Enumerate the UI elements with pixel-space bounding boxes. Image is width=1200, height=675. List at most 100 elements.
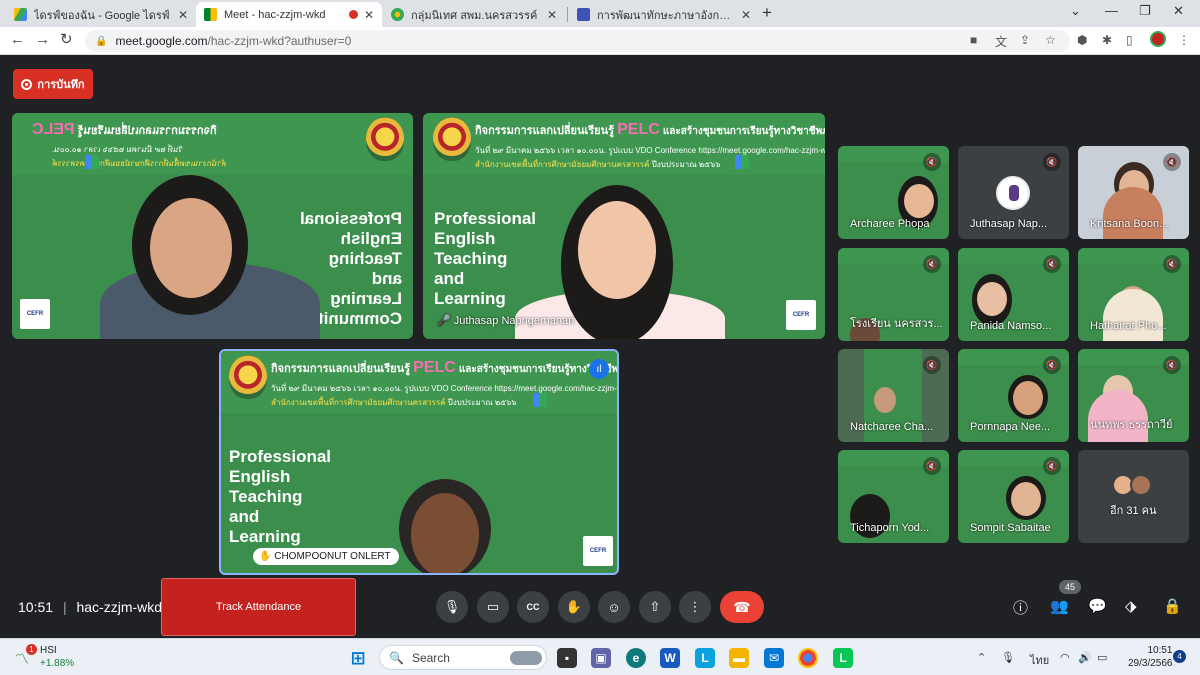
mic-muted-icon: 🔇 [1043,457,1061,475]
share-icon[interactable]: ⇪ [1020,33,1030,47]
captions-button[interactable]: CC [517,591,549,623]
participant-tile[interactable]: 🔇 Panida Namso... [958,248,1069,341]
participant-tile[interactable]: 🔇 Kritsana Boon... [1078,146,1189,239]
microphone-tray-icon[interactable]: 🎙 [1001,651,1015,664]
speaking-indicator-icon: ıl [589,359,609,379]
close-window-button[interactable]: ✕ [1173,3,1184,19]
bookmark-star-icon[interactable]: ☆ [1045,33,1056,47]
leave-call-button[interactable]: ☎ [720,591,764,623]
raise-hand-button[interactable]: ✋ [558,591,590,623]
tab-meet[interactable]: Meet - hac-zzjm-wkd ✕ [196,2,382,27]
participant-tile[interactable]: 🔇 Sompit Sabaitae [958,450,1069,543]
participant-tile[interactable]: 🔇 Juthasap Nap... [958,146,1069,239]
banner-title: กิจกรรมการแลกเปลี่ยนเรียนรู้ PELC และสร้… [271,359,619,376]
wifi-icon[interactable]: ◠ [1060,651,1070,664]
line-app-icon[interactable]: L [833,648,853,668]
battery-icon[interactable]: ▭ [1097,651,1107,664]
tab-google-drive[interactable]: ไดรฟ์ของฉัน - Google ไดรฟ์ ✕ [6,2,196,27]
participant-tile[interactable]: 🔇 Pornnapa Nee... [958,349,1069,442]
close-tab-icon[interactable]: ✕ [741,8,751,22]
microphone-button[interactable]: 🎙 [436,591,468,623]
tab-supervision-group[interactable]: กลุ่มนิเทศ สพม.นครสวรรค์ ✕ [383,2,565,27]
meeting-info-icon[interactable]: ⓘ [1013,597,1028,618]
back-arrow-icon[interactable]: ← [10,31,25,49]
notification-badge: 1 [26,644,37,655]
avatar [996,176,1030,210]
participant-tile[interactable]: 🔇 Tichaporn Yod... [838,450,949,543]
mic-muted-icon: 🔇 [923,255,941,273]
google-meet-logo [533,393,547,407]
track-attendance-button[interactable]: Track Attendance [161,578,356,636]
camera-in-use-icon[interactable]: ■ [970,33,977,47]
video-tile-chompoonut[interactable]: กิจกรรมการแลกเปลี่ยนเรียนรู้ PELC และสร้… [219,349,619,575]
tab-search-chevron-icon[interactable]: ⌄ [1070,3,1081,19]
close-tab-icon[interactable]: ✕ [178,8,188,22]
puzzle-extensions-icon[interactable]: ✱ [1102,33,1112,47]
record-icon [21,78,33,90]
close-tab-icon[interactable]: ✕ [547,8,557,22]
participant-name: 🎤 Juthasap Napngernanan [437,315,575,327]
reload-icon[interactable]: ↻ [60,31,73,49]
volume-icon[interactable]: 🔊 [1078,651,1092,664]
browser-menu-icon[interactable]: ⋮ [1178,33,1190,47]
people-count-badge: 45 [1059,580,1081,594]
banner-title: กิจกรรมการแลกเปลี่ยนเรียนรู้ PELC และสร้… [475,121,825,138]
hsi-widget[interactable]: HSI +1.88% [40,644,74,670]
system-clock[interactable]: 10:51 29/3/2566 [1128,644,1173,670]
extension-icon[interactable]: ⬢ [1077,33,1087,47]
task-view-icon[interactable]: ▪ [557,648,577,668]
l-app-icon[interactable]: L [695,648,715,668]
notification-center-badge[interactable]: 4 [1173,650,1186,663]
search-highlight-icon [510,651,542,665]
host-controls-icon[interactable]: 🔒 [1163,597,1182,615]
google-drive-icon [14,8,27,21]
url-field[interactable]: 🔒 meet.google.com/hac-zzjm-wkd?authuser=… [85,30,1070,52]
tab-english-skills[interactable]: การพัฒนาทักษะภาษาอังกฤษ English ✕ [569,2,759,27]
pet-title: Professional English Teaching and Learni… [434,209,537,308]
chat-icon[interactable]: 💬 [1088,597,1107,615]
site-globe-icon [391,8,404,21]
recording-indicator[interactable]: การบันทึก [13,69,93,99]
teams-icon[interactable]: ▣ [591,648,611,668]
input-language[interactable]: ไทย [1030,651,1049,669]
people-icon[interactable]: 👥 [1050,597,1069,615]
meeting-controls: 10:51 | hac-zzjm-wkd Track Attendance 🎙 … [0,576,1200,638]
participant-tile[interactable]: 🔇 นนทพร ธรรถาวีย์ [1078,349,1189,442]
maximize-button[interactable]: ❐ [1139,3,1151,19]
activities-icon[interactable]: ⬗ [1125,597,1137,615]
mail-icon[interactable]: ✉ [764,648,784,668]
word-icon[interactable]: W [660,648,680,668]
video-tile-juthasap[interactable]: กิจกรรมการแลกเปลี่ยนเรียนรู้ PELC และสร้… [423,113,825,339]
taskbar-search[interactable]: 🔍 Search [379,645,547,670]
show-hidden-icons-icon[interactable]: ⌃ [977,651,986,664]
translate-icon[interactable]: 文 [995,33,1007,50]
forward-arrow-icon[interactable]: → [35,31,50,49]
close-tab-icon[interactable]: ✕ [364,8,374,22]
minimize-button[interactable]: — [1105,3,1118,18]
chrome-icon[interactable] [798,648,818,668]
profile-avatar[interactable] [1150,31,1166,47]
camera-button[interactable]: ▭ [477,591,509,623]
cefr-logo: CEFR [786,300,816,330]
reactions-button[interactable]: ☺ [598,591,630,623]
school-emblem-icon [229,355,267,399]
others-tile[interactable]: อีก 31 คน [1078,450,1189,543]
new-tab-button[interactable]: + [762,3,772,23]
edge-icon[interactable]: e [626,648,646,668]
browser-tab-strip: ไดรฟ์ของฉัน - Google ไดรฟ์ ✕ Meet - hac-… [0,0,1200,27]
lock-icon: 🔒 [95,35,108,47]
banner-date: วันที่ ๒๙ มีนาคม ๒๕๖๖ เวลา ๑๐.๐๐น. รูปแบ… [475,146,825,155]
participant-tile[interactable]: 🔇 Natcharee Cha... [838,349,949,442]
participant-tile[interactable]: 🔇 โรงเรียน นครสวร... [838,248,949,341]
participant-tile[interactable]: 🔇 Hathairat Pho... [1078,248,1189,341]
more-options-button[interactable]: ⋮ [679,591,711,623]
windows-start-icon[interactable]: ⊞ [348,648,368,668]
meeting-details: 10:51 | hac-zzjm-wkd [18,599,163,615]
participant-tile[interactable]: 🔇 Archaree Phopa [838,146,949,239]
video-tile-presenter-1[interactable]: กิจกรรมการแลกเปลี่ยนเรียนรู้ PELC วันที่… [12,113,413,339]
file-explorer-icon[interactable]: ▬ [729,648,749,668]
side-panel-icon[interactable]: ▯ [1126,33,1133,47]
present-screen-button[interactable]: ⇧ [639,591,671,623]
address-bar-row: ← → ↻ 🔒 meet.google.com/hac-zzjm-wkd?aut… [0,27,1200,55]
mic-muted-icon: 🔇 [923,457,941,475]
